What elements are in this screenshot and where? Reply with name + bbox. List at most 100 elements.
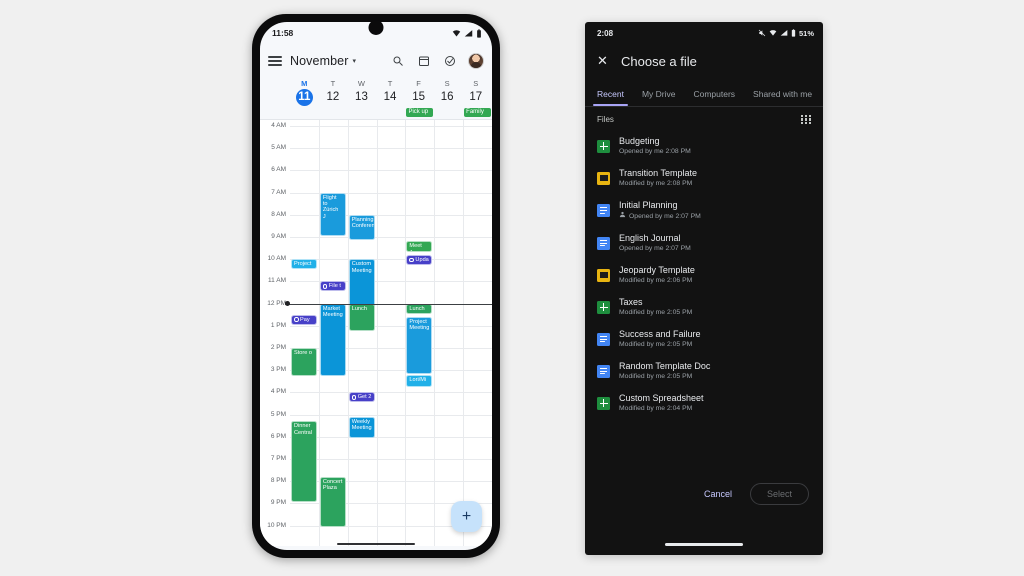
files-section-bar: Files [585, 107, 823, 131]
hour-label: 7 AM [271, 188, 286, 196]
calendar-event[interactable]: Flight to Zürich J [319, 192, 346, 236]
chevron-down-icon[interactable]: ▾ [352, 57, 356, 65]
calendar-day-grid[interactable]: 4 AM 5 AM 6 AM 7 AM 8 AM 9 AM 10 AM 11 AM 12 PM 1… [260, 120, 492, 546]
calendar-event[interactable]: Lunch [348, 303, 375, 332]
calendar-event[interactable]: Market Meeting [319, 303, 346, 376]
day-column-3[interactable]: T 14 [376, 78, 405, 106]
event-title: Pay [300, 316, 310, 323]
select-button[interactable]: Select [749, 483, 809, 506]
all-day-cell-4[interactable]: Pick up [405, 108, 434, 119]
event-title: Meet Ja [409, 243, 422, 250]
calendar-task[interactable]: Upda [406, 254, 433, 265]
day-column-0[interactable]: M 11 [290, 78, 319, 106]
cancel-button[interactable]: Cancel [696, 485, 740, 503]
file-subtitle: Modified by me 2:05 PM [619, 340, 701, 350]
all-day-cell-6[interactable]: Family [463, 108, 492, 119]
time-gutter: 4 AM 5 AM 6 AM 7 AM 8 AM 9 AM 10 AM 11 AM 12 PM 1… [260, 120, 290, 546]
file-list-item[interactable]: Transition Template Modified by me 2:08 P… [585, 162, 823, 194]
calendar-event[interactable]: Weekly Meeting [348, 416, 375, 438]
all-day-cell-1[interactable] [319, 108, 348, 119]
right-status-bar: 2:08 51% [585, 22, 823, 44]
calendar-app-screen: 11:58 November ▾ M 11 T 12 W 13 T 14 F 1… [260, 22, 492, 550]
all-day-event-chip[interactable]: Family [464, 108, 492, 117]
calendar-event[interactable]: Store o [291, 348, 317, 376]
file-list-item[interactable]: English Journal Opened by me 2:07 PM [585, 227, 823, 259]
tab-recent[interactable]: Recent [593, 89, 628, 106]
tab-computers[interactable]: Computers [693, 89, 735, 106]
account-avatar[interactable] [468, 53, 484, 69]
file-list-item[interactable]: Jeopardy Template Modified by me 2:06 PM [585, 259, 823, 291]
recent-files-list[interactable]: Budgeting Opened by me 2:08 PM Transition … [585, 130, 823, 474]
calendar-task[interactable]: File t [319, 281, 346, 292]
day-column-6[interactable]: S 17 [461, 78, 490, 106]
docs-file-icon [597, 332, 610, 346]
calendar-event[interactable]: Project Meeting [406, 316, 433, 374]
hour-label: 9 AM [271, 233, 286, 240]
hour-label: 7 PM [270, 455, 286, 462]
file-list-item[interactable]: Budgeting Opened by me 2:08 PM [585, 130, 823, 162]
sheets-file-icon [597, 396, 610, 410]
calendar-event[interactable]: Meet Ja [406, 241, 433, 252]
day-of-week-label: F [416, 79, 421, 88]
hour-label: 5 PM [270, 410, 286, 418]
docs-file-icon [597, 364, 610, 378]
day-column-5[interactable]: S 16 [433, 78, 462, 106]
battery-percent: 51% [798, 28, 814, 38]
calendar-event[interactable]: Lori/Mi [406, 374, 433, 387]
all-day-cell-5[interactable] [434, 108, 463, 119]
calendar-task[interactable]: Pay [291, 314, 317, 325]
file-subtitle: Opened by me 2:07 PM [619, 211, 701, 222]
hour-label: 11 AM [268, 277, 286, 285]
tab-my-drive[interactable]: My Drive [642, 89, 676, 106]
all-day-event-chip[interactable]: Pick up [406, 108, 434, 117]
grid-view-icon[interactable] [801, 114, 811, 125]
file-name: Custom Spreadsheet [619, 393, 704, 404]
file-list-item[interactable]: Taxes Modified by me 2:05 PM [585, 291, 823, 323]
file-name: Jeopardy Template [619, 265, 695, 276]
file-subtitle-text: Modified by me 2:05 PM [619, 373, 693, 381]
task-check-icon [294, 317, 299, 322]
file-list-item[interactable]: Initial Planning Opened by me 2:07 PM [585, 194, 823, 227]
calendar-event[interactable]: Dinner Central [291, 421, 317, 503]
create-event-fab[interactable]: + [451, 501, 482, 532]
day-number: 17 [469, 91, 483, 103]
file-list-item[interactable]: Random Template Doc Modified by me 2:05 P… [585, 355, 823, 387]
file-list-item[interactable]: Success and Failure Modified by me 2:05 P… [585, 323, 823, 355]
event-title: Custom Meeting [351, 261, 372, 274]
day-of-week-label: W [357, 79, 365, 88]
hour-label: 2 PM [270, 344, 286, 351]
hour-gridline [290, 436, 492, 438]
day-column-2[interactable]: W 13 [347, 78, 376, 106]
search-icon[interactable] [388, 51, 408, 71]
file-name: English Journal [619, 233, 681, 244]
calendar-date-icon[interactable] [414, 51, 434, 71]
file-name: Transition Template [619, 168, 698, 179]
hour-label: 8 PM [270, 477, 286, 485]
calendar-event[interactable]: Planning Conferen [348, 214, 375, 241]
calendar-event[interactable]: Lunch w [406, 303, 433, 314]
hamburger-menu-icon[interactable] [268, 56, 282, 66]
month-label[interactable]: November [290, 54, 348, 68]
hour-gridline [290, 414, 492, 416]
day-column-4[interactable]: F 15 [404, 78, 433, 106]
calendar-event[interactable]: Concert Plaza [319, 476, 346, 527]
event-title: Upda [415, 256, 429, 263]
calendar-task[interactable]: Get 2 [348, 392, 375, 403]
sheets-file-icon [597, 300, 610, 314]
dialog-header: ✕ Choose a file [585, 44, 823, 78]
file-subtitle-text: Modified by me 2:04 PM [619, 405, 693, 413]
day-of-week-label: S [473, 79, 479, 88]
all-day-cell-3[interactable] [377, 108, 406, 119]
event-title: Weekly Meeting [351, 418, 372, 432]
calendar-event[interactable]: Project [291, 259, 317, 270]
plus-icon: + [461, 507, 472, 525]
day-column-1[interactable]: T 12 [319, 78, 348, 106]
file-list-item[interactable]: Custom Spreadsheet Modified by me 2:04 PM [585, 387, 823, 419]
check-circle-icon[interactable] [440, 51, 460, 71]
event-title: Lori/Mi [409, 376, 427, 383]
close-icon[interactable]: ✕ [597, 53, 613, 69]
all-day-cell-0[interactable] [290, 108, 319, 119]
all-day-cell-2[interactable] [348, 108, 377, 119]
file-subtitle-text: Modified by me 2:08 PM [619, 180, 693, 188]
tab-shared-with-me[interactable]: Shared with me [753, 89, 812, 106]
